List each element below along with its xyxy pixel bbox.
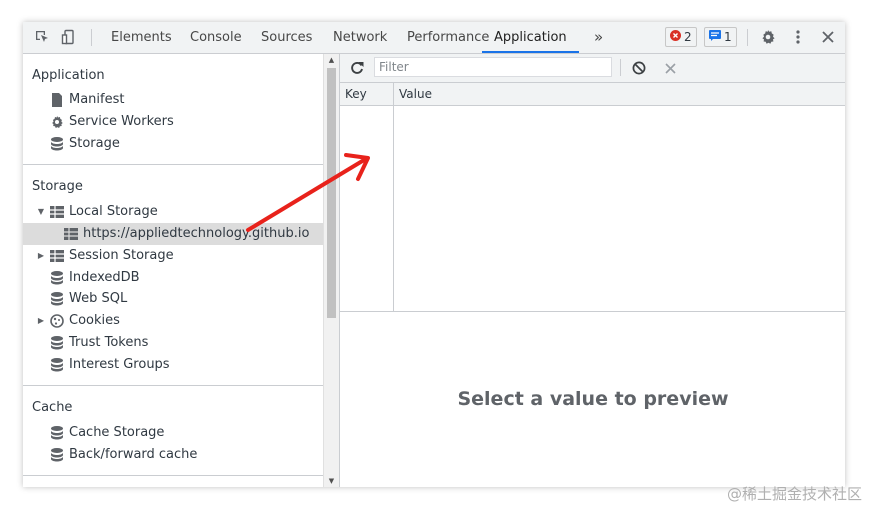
sidebar-item-label: Service Workers (69, 114, 174, 129)
preview-placeholder-text: Select a value to preview (457, 388, 729, 410)
device-toggle-icon[interactable] (59, 27, 79, 47)
clear-all-icon[interactable] (629, 58, 649, 78)
tab-elements[interactable]: Elements (111, 22, 172, 53)
expand-triangle-icon[interactable]: ▶ (37, 310, 45, 332)
sidebar-item-indexeddb[interactable]: IndexedDB (50, 267, 140, 289)
sidebar-item-label: Cookies (69, 313, 120, 328)
storage-data-grid: Key Value (340, 83, 845, 311)
sidebar-item-label: Manifest (69, 92, 125, 107)
sidebar-item-manifest[interactable]: Manifest (50, 89, 124, 111)
storage-toolbar (340, 54, 845, 83)
sidebar-item-local-storage[interactable]: ▼ Local Storage (37, 201, 158, 223)
more-options-icon[interactable] (788, 27, 808, 47)
tab-console[interactable]: Console (190, 22, 242, 53)
database-icon (50, 292, 64, 306)
inspect-element-icon[interactable] (32, 27, 52, 47)
file-icon (50, 93, 64, 107)
value-preview-pane: Select a value to preview (340, 311, 845, 487)
database-icon (50, 426, 64, 440)
sidebar-item-back-forward-cache[interactable]: Back/forward cache (50, 444, 197, 466)
storage-main-pane: Key Value Select a value to preview (339, 54, 845, 487)
sidebar-divider (23, 164, 323, 165)
section-title-application: Application (32, 68, 105, 83)
error-count-badge[interactable]: 2 (665, 27, 697, 47)
table-icon (50, 249, 64, 263)
table-icon (64, 227, 78, 241)
sidebar-item-label: Session Storage (69, 248, 174, 263)
cookie-icon (50, 314, 64, 328)
scroll-down-arrow-icon[interactable]: ▼ (324, 475, 339, 487)
scrollbar-thumb[interactable] (327, 68, 336, 318)
sidebar-item-label: Web SQL (69, 291, 128, 306)
expand-triangle-icon[interactable]: ▶ (37, 245, 45, 267)
message-count-badge[interactable]: 1 (704, 27, 737, 47)
settings-gear-icon[interactable] (758, 27, 778, 47)
more-tabs-button[interactable]: » (594, 22, 603, 53)
scroll-up-arrow-icon[interactable]: ▲ (324, 54, 339, 66)
database-icon (50, 358, 64, 372)
sidebar-item-origin-applied-technology[interactable]: https://appliedtechnology.github.io (23, 223, 323, 245)
sidebar-item-interest-groups[interactable]: Interest Groups (50, 354, 170, 376)
sidebar-item-label: Local Storage (69, 204, 158, 219)
application-sidebar: Application Manifest Service Workers Sto… (23, 54, 323, 487)
column-header-value[interactable]: Value (399, 87, 432, 101)
error-count: 2 (684, 30, 692, 44)
message-icon (709, 30, 721, 44)
tab-sources[interactable]: Sources (261, 22, 312, 53)
sidebar-item-trust-tokens[interactable]: Trust Tokens (50, 332, 148, 354)
section-title-storage: Storage (32, 179, 83, 194)
sidebar-item-label: IndexedDB (69, 270, 140, 285)
tab-performance[interactable]: Performance (407, 22, 489, 53)
toolbar-divider (747, 29, 748, 46)
database-icon (50, 271, 64, 285)
gear-icon (50, 115, 64, 129)
sidebar-item-label: Trust Tokens (69, 335, 149, 350)
tab-network[interactable]: Network (333, 22, 387, 53)
sidebar-item-web-sql[interactable]: Web SQL (50, 288, 127, 310)
table-icon (50, 205, 64, 219)
sidebar-item-label: Interest Groups (69, 357, 170, 372)
column-header-key[interactable]: Key (345, 87, 367, 101)
database-icon (50, 137, 64, 151)
sidebar-item-storage[interactable]: Storage (50, 133, 120, 155)
refresh-icon[interactable] (347, 58, 367, 78)
database-icon (50, 336, 64, 350)
sidebar-item-cache-storage[interactable]: Cache Storage (50, 422, 164, 444)
sidebar-item-label: https://appliedtechnology.github.io (83, 226, 310, 241)
sidebar-scrollbar[interactable]: ▲ ▼ (323, 54, 339, 487)
section-title-cache: Cache (32, 400, 73, 415)
database-icon (50, 448, 64, 462)
watermark-text: @稀土掘金技术社区 (726, 485, 862, 503)
sidebar-divider (23, 385, 323, 386)
toolbar-divider (620, 59, 621, 76)
sidebar-item-cookies[interactable]: ▶ Cookies (37, 310, 120, 332)
message-count: 1 (724, 30, 732, 44)
tab-application[interactable]: Application (482, 22, 579, 53)
sidebar-item-session-storage[interactable]: ▶ Session Storage (37, 245, 174, 267)
grid-header: Key Value (340, 83, 845, 106)
devtools-window: Elements Console Sources Network Perform… (23, 22, 845, 487)
delete-selected-icon[interactable] (660, 58, 680, 78)
error-icon (670, 30, 681, 44)
sidebar-divider (23, 475, 323, 476)
expand-triangle-icon[interactable]: ▼ (37, 201, 45, 223)
sidebar-item-service-workers[interactable]: Service Workers (50, 111, 174, 133)
sidebar-item-label: Back/forward cache (69, 447, 198, 462)
filter-input[interactable] (374, 57, 612, 77)
sidebar-item-label: Storage (69, 136, 120, 151)
close-icon[interactable] (818, 27, 838, 47)
devtools-toolbar: Elements Console Sources Network Perform… (23, 22, 845, 54)
toolbar-divider (91, 29, 92, 46)
sidebar-item-label: Cache Storage (69, 425, 165, 440)
column-divider[interactable] (393, 83, 394, 311)
